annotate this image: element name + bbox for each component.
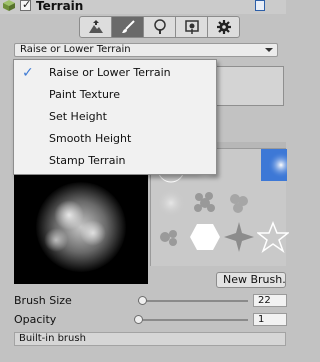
menu-item-paint-texture[interactable]: Paint Texture bbox=[14, 84, 216, 106]
brush-thumb-8[interactable] bbox=[189, 221, 221, 253]
menu-item-label: Smooth Height bbox=[49, 132, 132, 145]
brush-preview bbox=[14, 172, 148, 284]
detail-tool-button[interactable] bbox=[176, 17, 208, 37]
settings-tool-button[interactable] bbox=[208, 17, 239, 37]
dropdown-arrow-icon bbox=[265, 48, 273, 52]
opacity-slider-thumb[interactable] bbox=[134, 315, 143, 324]
menu-item-label: Set Height bbox=[49, 110, 107, 123]
brush-thumb-5[interactable] bbox=[189, 187, 221, 219]
mountain-up-icon bbox=[88, 20, 103, 33]
menu-item-smooth-height[interactable]: Smooth Height bbox=[14, 128, 216, 150]
checkmark-icon: ✓ bbox=[22, 0, 32, 11]
brush-thumb-10[interactable] bbox=[255, 220, 291, 253]
brush-icon bbox=[121, 20, 135, 33]
raise-terrain-tool-button[interactable] bbox=[80, 17, 112, 37]
brush-thumb-6[interactable] bbox=[223, 187, 255, 219]
tool-mode-value: Raise or Lower Terrain bbox=[20, 44, 131, 55]
brush-size-slider-track[interactable] bbox=[138, 300, 248, 302]
enabled-checkbox[interactable]: ✓ bbox=[20, 0, 31, 11]
tree-icon bbox=[153, 19, 166, 34]
menu-item-raise-lower[interactable]: ✓ Raise or Lower Terrain bbox=[14, 62, 216, 84]
opacity-label: Opacity bbox=[14, 313, 57, 326]
brush-size-slider-thumb[interactable] bbox=[138, 296, 147, 305]
menu-item-set-height[interactable]: Set Height bbox=[14, 106, 216, 128]
builtin-brush-label: Built-in brush bbox=[14, 332, 286, 346]
opacity-field[interactable]: 1 bbox=[253, 313, 287, 326]
component-title: Terrain bbox=[36, 0, 84, 13]
brush-thumb-9[interactable] bbox=[223, 221, 255, 253]
new-brush-button[interactable]: New Brush... bbox=[216, 272, 286, 288]
tree-tool-button[interactable] bbox=[144, 17, 176, 37]
help-box bbox=[214, 66, 284, 106]
brush-thumb-7[interactable] bbox=[155, 221, 187, 253]
gear-icon bbox=[216, 20, 231, 34]
help-book-icon[interactable] bbox=[255, 0, 265, 11]
opacity-slider-track[interactable] bbox=[136, 319, 248, 321]
menu-item-stamp-terrain[interactable]: Stamp Terrain bbox=[14, 150, 216, 172]
brush-thumb-3-selected[interactable] bbox=[261, 149, 294, 181]
brush-size-field[interactable]: 22 bbox=[253, 294, 287, 307]
menu-item-label: Stamp Terrain bbox=[49, 154, 126, 167]
terrain-toolbar bbox=[79, 16, 240, 38]
checkmark-icon: ✓ bbox=[22, 65, 34, 81]
menu-item-label: Raise or Lower Terrain bbox=[49, 66, 171, 79]
terrain-cube-icon bbox=[3, 0, 15, 11]
paint-tool-button[interactable] bbox=[112, 17, 144, 37]
menu-item-label: Paint Texture bbox=[49, 88, 120, 101]
brush-thumb-4[interactable] bbox=[155, 187, 187, 219]
flower-icon bbox=[184, 20, 199, 34]
tool-mode-dropdown[interactable]: Raise or Lower Terrain bbox=[14, 43, 278, 57]
brush-size-label: Brush Size bbox=[14, 294, 72, 307]
tool-mode-menu: ✓ Raise or Lower Terrain Paint Texture S… bbox=[13, 59, 217, 175]
